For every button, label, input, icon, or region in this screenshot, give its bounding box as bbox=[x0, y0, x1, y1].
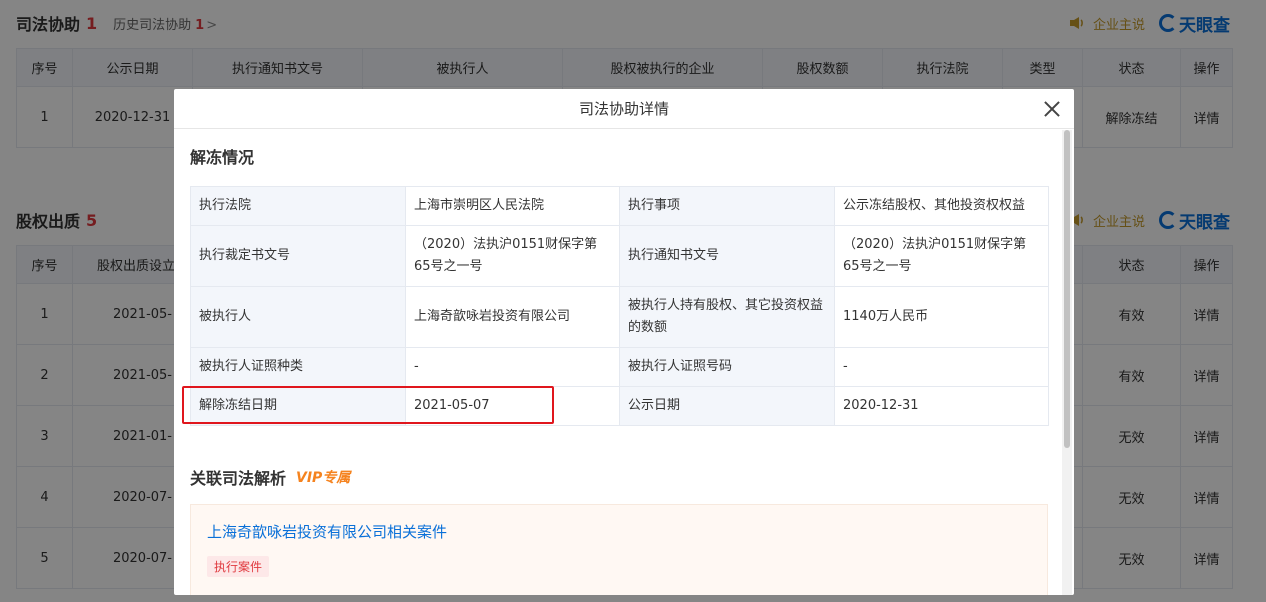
detail-row: 执行法院 上海市崇明区人民法院 执行事项 公示冻结股权、其他投资权权益 bbox=[190, 186, 1049, 226]
modal-header: 司法协助详情 bbox=[174, 89, 1074, 129]
highlight-annotation-box bbox=[182, 386, 554, 424]
detail-row: 被执行人证照种类 - 被执行人证照号码 - bbox=[190, 347, 1049, 387]
modal-scrollbar[interactable] bbox=[1062, 130, 1072, 595]
detail-value: 2020-12-31 bbox=[834, 386, 1049, 426]
detail-row: 执行裁定书文号 （2020）法执沪0151财保字第65号之一号 执行通知书文号 … bbox=[190, 225, 1049, 287]
detail-value: - bbox=[834, 347, 1049, 387]
related-case-card: 上海奇歆咏岩投资有限公司相关案件 执行案件 bbox=[190, 504, 1048, 595]
close-icon[interactable] bbox=[1042, 99, 1062, 119]
debtor-company-link[interactable]: 上海奇歆咏岩投资有限公司 bbox=[405, 286, 620, 348]
vip-section-title: 关联司法解析 bbox=[190, 469, 287, 488]
detail-row: 被执行人 上海奇歆咏岩投资有限公司 被执行人持有股权、其它投资权益的数额 114… bbox=[190, 286, 1049, 348]
vip-badge: VIP专属 bbox=[296, 470, 351, 486]
detail-label: 公示日期 bbox=[619, 386, 835, 426]
judicial-assist-detail-modal: 司法协助详情 解冻情况 执行法院 上海市崇明区人民法院 执行事项 公示冻结股权、… bbox=[174, 89, 1074, 595]
related-case-link[interactable]: 上海奇歆咏岩投资有限公司相关案件 bbox=[207, 521, 1031, 542]
detail-label: 被执行人持有股权、其它投资权益的数额 bbox=[619, 286, 835, 348]
scrollbar-thumb[interactable] bbox=[1064, 130, 1070, 448]
detail-value: （2020）法执沪0151财保字第65号之一号 bbox=[405, 225, 620, 287]
detail-label: 执行裁定书文号 bbox=[190, 225, 406, 287]
detail-value: （2020）法执沪0151财保字第65号之一号 bbox=[834, 225, 1049, 287]
detail-value: 上海市崇明区人民法院 bbox=[405, 186, 620, 226]
detail-label: 执行通知书文号 bbox=[619, 225, 835, 287]
case-type-tag[interactable]: 执行案件 bbox=[207, 556, 270, 577]
detail-label: 被执行人证照种类 bbox=[190, 347, 406, 387]
detail-label: 被执行人证照号码 bbox=[619, 347, 835, 387]
detail-value: - bbox=[405, 347, 620, 387]
detail-label: 执行事项 bbox=[619, 186, 835, 226]
unfreeze-section-title: 解冻情况 bbox=[190, 148, 255, 167]
detail-value: 1140万人民币 bbox=[834, 286, 1049, 348]
detail-label: 执行法院 bbox=[190, 186, 406, 226]
modal-body: 解冻情况 执行法院 上海市崇明区人民法院 执行事项 公示冻结股权、其他投资权权益… bbox=[174, 130, 1060, 595]
modal-title: 司法协助详情 bbox=[578, 100, 669, 118]
related-judicial-analysis-header: 关联司法解析 VIP专属 bbox=[190, 450, 1044, 504]
detail-value: 公示冻结股权、其他投资权权益 bbox=[834, 186, 1049, 226]
detail-label: 被执行人 bbox=[190, 286, 406, 348]
